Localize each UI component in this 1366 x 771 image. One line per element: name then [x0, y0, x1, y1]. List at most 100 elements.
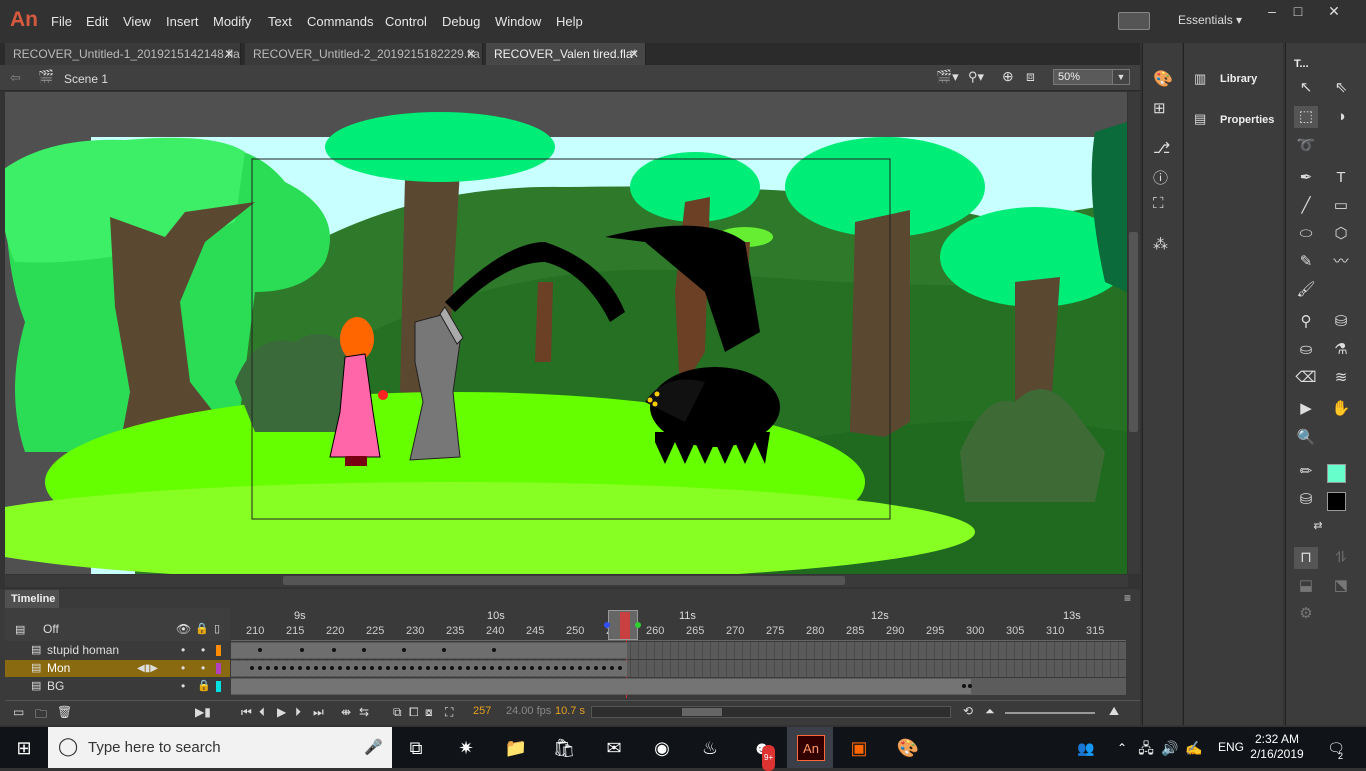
minimize-button[interactable]: –: [1260, 3, 1284, 21]
office-icon[interactable]: ▣: [845, 735, 873, 761]
microphone-icon[interactable]: 🎤: [364, 738, 383, 756]
keyframe-dot[interactable]: [426, 666, 430, 670]
animate-app-icon[interactable]: An: [797, 735, 825, 761]
mail-icon[interactable]: ✉: [600, 735, 628, 761]
keyframe-dot[interactable]: [968, 684, 972, 688]
keyframe-dot[interactable]: [386, 666, 390, 670]
stage-vertical-scrollbar[interactable]: [1128, 92, 1140, 574]
keyframe-dot[interactable]: [258, 666, 262, 670]
visibility-dot[interactable]: •: [181, 660, 185, 677]
keyframe-dot[interactable]: [594, 666, 598, 670]
menu-control[interactable]: Control: [385, 14, 427, 29]
keyframe-dot[interactable]: [586, 666, 590, 670]
menu-view[interactable]: View: [123, 14, 151, 29]
keyframe-dot[interactable]: [506, 666, 510, 670]
onion-end-marker[interactable]: [635, 622, 641, 628]
keyframe-dot[interactable]: [402, 666, 406, 670]
new-folder-icon[interactable]: 🗀: [35, 705, 47, 726]
components-icon[interactable]: ⁂: [1153, 235, 1168, 253]
layer-color-swatch[interactable]: [216, 681, 221, 692]
refresh-icon[interactable]: ⟲: [963, 704, 973, 718]
layer-color-swatch[interactable]: [216, 663, 221, 674]
eye-icon[interactable]: 👁: [176, 622, 191, 636]
blender-app-icon[interactable]: ✷: [452, 735, 480, 761]
close-tab-icon[interactable]: ✕: [466, 43, 476, 65]
step-forward-icon[interactable]: ⏵: [295, 705, 301, 720]
keyframe-dot[interactable]: [602, 666, 606, 670]
layer-color-swatch[interactable]: [216, 645, 221, 656]
keyframe-dot[interactable]: [482, 666, 486, 670]
close-window-button[interactable]: ✕: [1322, 3, 1346, 21]
edit-symbols-icon[interactable]: ⚲▾: [968, 69, 984, 85]
file-explorer-icon[interactable]: 📁: [502, 735, 530, 761]
keyframe-dot[interactable]: [490, 666, 494, 670]
delete-layer-icon[interactable]: 🗑: [57, 705, 72, 719]
keyframe-dot[interactable]: [330, 666, 334, 670]
people-icon[interactable]: 👥: [1072, 735, 1100, 761]
fill-color-icon[interactable]: ⛁: [1294, 489, 1318, 511]
keyframe-dot[interactable]: [410, 666, 414, 670]
zoom-tool-icon[interactable]: 🔍: [1294, 427, 1318, 449]
modify-markers-icon[interactable]: ⛶: [445, 705, 453, 720]
new-layer-icon[interactable]: ▭: [13, 705, 24, 719]
rectangle-tool-icon[interactable]: ▭: [1329, 195, 1353, 217]
pen-tool-icon[interactable]: ✒: [1294, 167, 1318, 189]
chrome-icon[interactable]: ◉: [648, 735, 676, 761]
keyframe-dot[interactable]: [538, 666, 542, 670]
keyframe-dot[interactable]: [322, 666, 326, 670]
zoom-out-icon[interactable]: ⏶: [985, 704, 995, 719]
frame-rate[interactable]: 24.00 fps: [506, 705, 551, 717]
menu-edit[interactable]: Edit: [86, 14, 108, 29]
paint-bucket-tool-icon[interactable]: ⛁: [1329, 311, 1353, 333]
pencil-tool-icon[interactable]: ✎: [1294, 251, 1318, 273]
tab-untitled-2[interactable]: RECOVER_Untitled-2_2019215182229.fla ✕: [245, 43, 483, 65]
clip-stage-icon[interactable]: ⧈: [1026, 68, 1035, 85]
menu-window[interactable]: Window: [495, 14, 541, 29]
keyframe-dot[interactable]: [450, 666, 454, 670]
keyframe-dot[interactable]: [434, 666, 438, 670]
onion-start-marker[interactable]: [604, 622, 610, 628]
keyframe-dot[interactable]: [442, 648, 446, 652]
keyframe-dot[interactable]: [458, 666, 462, 670]
keyframe-dot[interactable]: [962, 684, 966, 688]
keyframe-dot[interactable]: [562, 666, 566, 670]
3d-rotation-tool-icon[interactable]: ◑: [1329, 106, 1353, 128]
tab-untitled-1[interactable]: RECOVER_Untitled-1_2019215142148.fla ✕: [5, 43, 241, 65]
elapsed-time[interactable]: 10.7 s: [555, 705, 585, 717]
playhead-marker[interactable]: [620, 612, 630, 639]
menu-debug[interactable]: Debug: [442, 14, 480, 29]
outline-icon[interactable]: ▯: [214, 622, 220, 635]
keyframe-dot[interactable]: [618, 666, 622, 670]
brush-tool-icon[interactable]: 〰: [1329, 251, 1353, 273]
menu-commands[interactable]: Commands: [307, 14, 373, 29]
panel-menu-icon[interactable]: ≡: [1124, 591, 1131, 605]
keyframe-dot[interactable]: [402, 648, 406, 652]
polystar-tool-icon[interactable]: ⬡: [1329, 223, 1353, 245]
oval-tool-icon[interactable]: ⬭: [1294, 223, 1318, 245]
lock-icon[interactable]: 🔒: [197, 678, 211, 695]
fill-color-swatch[interactable]: [1327, 492, 1346, 511]
zoom-in-icon[interactable]: ⛰: [1109, 704, 1119, 719]
keyframe-dot[interactable]: [282, 666, 286, 670]
keyframe-dot[interactable]: [570, 666, 574, 670]
language-indicator[interactable]: ENG: [1218, 740, 1244, 754]
close-tab-icon[interactable]: ✕: [629, 43, 639, 65]
eyedropper-tool-icon[interactable]: ⚗: [1329, 339, 1353, 361]
windows-start-icon[interactable]: ⊞: [10, 735, 38, 761]
keyframe-dot[interactable]: [474, 666, 478, 670]
search-box[interactable]: ◯ Type here to search 🎤: [48, 727, 392, 768]
discord-icon[interactable]: ☻9+: [748, 735, 776, 771]
keyframe-dot[interactable]: [394, 666, 398, 670]
width-tool-icon[interactable]: ≋: [1329, 367, 1353, 389]
stroke-color-icon[interactable]: ✏: [1294, 461, 1318, 483]
camera-icon[interactable]: ▶▮: [195, 705, 211, 719]
keyframe-dot[interactable]: [306, 666, 310, 670]
menu-insert[interactable]: Insert: [166, 14, 199, 29]
properties-panel[interactable]: Properties: [1220, 114, 1274, 126]
selection-tool-icon[interactable]: ↖: [1294, 77, 1318, 99]
layer-stupid-homan[interactable]: ▤ stupid homan • •: [5, 642, 230, 659]
camera-tool-icon[interactable]: ▶: [1294, 398, 1318, 420]
snap-magnet-icon[interactable]: ⊓: [1294, 547, 1318, 569]
center-frame-icon[interactable]: ⇆: [359, 705, 369, 719]
action-center-icon[interactable]: 🗨 2: [1322, 735, 1350, 761]
